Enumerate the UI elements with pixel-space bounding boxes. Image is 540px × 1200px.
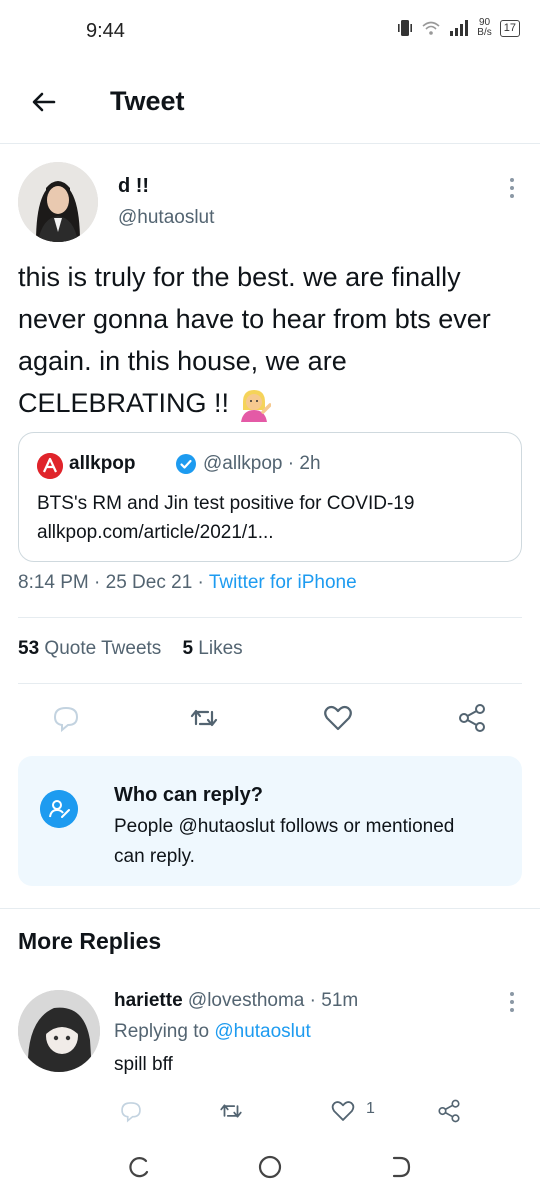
woman-tipping-hand-emoji-icon [240,389,271,422]
quoted-author-name: allkpop [69,453,136,474]
system-nav-bar [0,1140,540,1200]
home-icon[interactable] [255,1152,285,1182]
net-speed-unit: B/s [477,27,492,38]
avatar-image [18,162,98,242]
reply-heart-icon[interactable] [330,1098,356,1124]
author-avatar[interactable] [18,162,98,242]
reply-reply-icon[interactable] [118,1098,144,1124]
likes-stat[interactable]: 5 Likes [182,638,242,659]
quoted-tweet-card[interactable]: allkpop @allkpop · 2h BTS's RM and Jin t… [18,432,522,562]
allkpop-logo-icon [37,453,63,479]
reply-share-icon[interactable] [436,1098,462,1124]
quoted-tweet-text: BTS's RM and Jin test positive for COVID… [37,489,507,547]
retweet-icon[interactable] [188,702,220,734]
back-nav-icon[interactable] [386,1152,416,1182]
reply-author-avatar[interactable] [18,990,100,1072]
status-time: 9:44 [86,20,125,42]
reply-text: spill bff [114,1054,173,1075]
tweet-timestamp: 8:14 PM · 25 Dec 21 · Twitter for iPhone [18,572,357,594]
who-can-reply-title: Who can reply? [114,784,263,806]
reply-retweet-icon[interactable] [218,1098,244,1124]
reply-author-name: hariette [114,990,183,1011]
battery-indicator: 17 [499,19,520,37]
replying-to-handle[interactable]: @hutaoslut [214,1021,310,1042]
likes-count: 5 [182,638,194,659]
timestamp-text: 8:14 PM · 25 Dec 21 · [18,572,209,593]
replying-to: Replying to @hutaoslut [114,1021,311,1043]
page-title: Tweet [110,86,185,116]
recent-apps-icon[interactable] [124,1152,154,1182]
replying-to-prefix: Replying to [114,1021,215,1042]
quote-tweets-stat[interactable]: 53 Quote Tweets [18,638,161,659]
status-icons: 90 B/s 17 [397,18,520,38]
likes-label: Likes [198,638,243,659]
tweet-stats: 53 Quote Tweets 5 Likes [18,638,243,660]
tweet-source-link[interactable]: Twitter for iPhone [209,572,357,593]
quote-tweets-count: 53 [18,638,40,659]
quoted-tweet-line-1: BTS's RM and Jin test positive for COVID… [37,493,415,514]
reply-icon[interactable] [50,702,82,734]
top-bar: Tweet [0,62,540,144]
quote-tweets-label: Quote Tweets [44,638,162,659]
heart-icon[interactable] [322,702,354,734]
mention-icon [40,790,78,828]
quoted-author-meta: @allkpop · 2h [203,453,321,474]
author-display-name[interactable]: d !! [118,175,149,198]
author-handle[interactable]: @hutaoslut [118,207,214,229]
more-replies-heading: More Replies [18,928,162,954]
reply-more-vertical-icon[interactable] [508,990,516,1014]
status-bar: 9:44 90 B/s 17 [0,0,540,62]
divider [18,617,522,618]
reply-like-count: 1 [366,1100,375,1117]
who-can-reply-body: People @hutaoslut follows or mentioned c… [114,816,455,867]
who-can-reply-card: Who can reply? People @hutaoslut follows… [18,756,522,886]
quoted-tweet-link[interactable]: allkpop.com/article/2021/1... [37,518,507,547]
divider [0,908,540,909]
share-icon[interactable] [456,702,488,734]
tweet-text: this is truly for the best. we are final… [18,256,528,424]
reply-author[interactable]: hariette @lovesthoma · 51m [114,990,358,1012]
signal-icon [450,20,469,36]
verified-badge-icon [176,454,196,474]
reply-author-meta: @lovesthoma · 51m [187,990,359,1011]
more-vertical-icon[interactable] [508,176,516,200]
reply-avatar-image [18,990,100,1072]
wifi-icon [422,21,440,35]
net-speed: 90 B/s [477,18,491,38]
vibrate-icon [398,20,413,36]
back-arrow-icon[interactable] [28,86,60,118]
divider [18,683,522,684]
